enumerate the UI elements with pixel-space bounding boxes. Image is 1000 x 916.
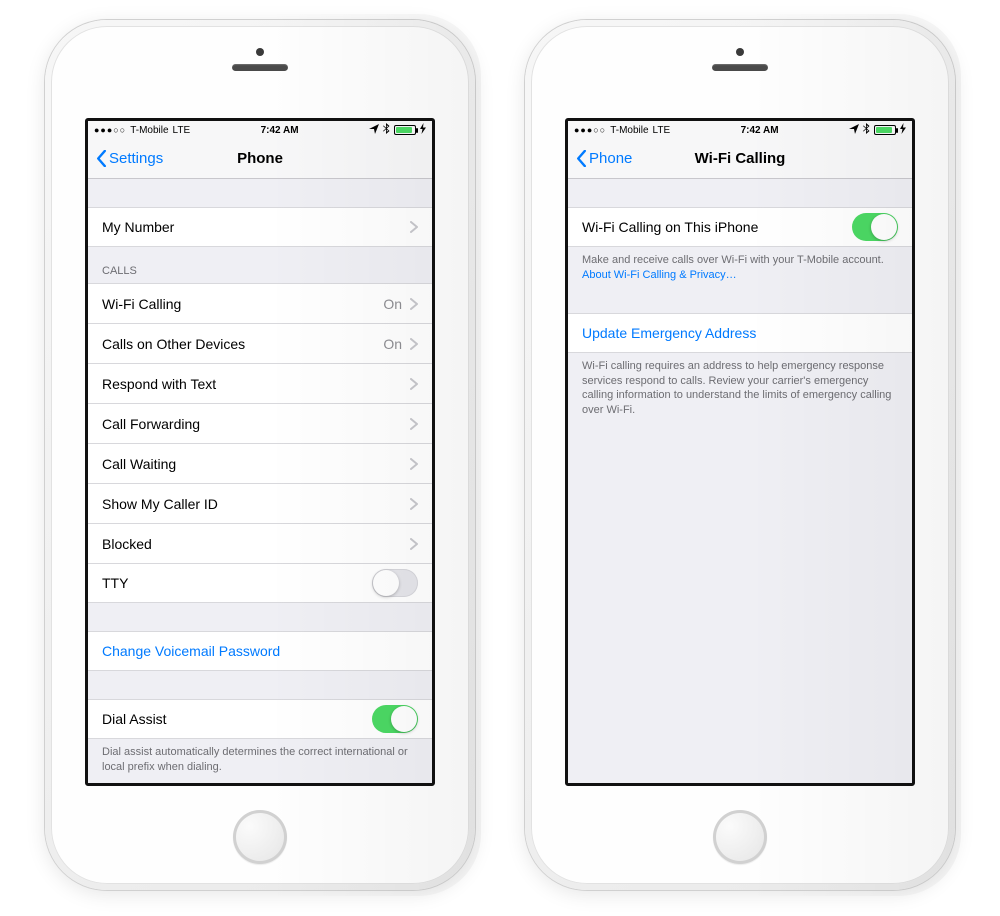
nav-bar: Settings Phone bbox=[88, 139, 432, 179]
footer-text: Make and receive calls over Wi-Fi with y… bbox=[582, 254, 884, 266]
row-label: Call Waiting bbox=[102, 456, 176, 472]
row-label: Wi-Fi Calling bbox=[102, 296, 181, 312]
row-call-waiting[interactable]: Call Waiting bbox=[88, 443, 432, 483]
row-respond-with-text[interactable]: Respond with Text bbox=[88, 363, 432, 403]
earpiece-speaker bbox=[712, 64, 768, 71]
row-label: Show My Caller ID bbox=[102, 496, 218, 512]
dial-assist-toggle[interactable] bbox=[372, 705, 418, 733]
chevron-right-icon bbox=[410, 498, 418, 510]
row-calls-other-devices[interactable]: Calls on Other Devices On bbox=[88, 323, 432, 363]
network-label: LTE bbox=[173, 125, 191, 136]
nav-bar: Phone Wi-Fi Calling bbox=[568, 139, 912, 179]
clock-label: 7:42 AM bbox=[741, 125, 779, 136]
chevron-right-icon bbox=[410, 378, 418, 390]
back-button[interactable]: Settings bbox=[96, 150, 163, 167]
location-icon bbox=[849, 124, 859, 137]
signal-strength-icon: ●●●○○ bbox=[574, 125, 606, 135]
row-wifi-calling-this-iphone: Wi-Fi Calling on This iPhone bbox=[568, 207, 912, 247]
about-wifi-calling-link[interactable]: About Wi-Fi Calling & Privacy… bbox=[582, 269, 737, 281]
signal-strength-icon: ●●●○○ bbox=[94, 125, 126, 135]
back-label: Settings bbox=[109, 150, 163, 167]
tty-toggle[interactable] bbox=[372, 569, 418, 597]
row-update-emergency-address[interactable]: Update Emergency Address bbox=[568, 313, 912, 353]
row-label: Dial Assist bbox=[102, 711, 167, 727]
clock-label: 7:42 AM bbox=[261, 125, 299, 136]
dial-assist-footer: Dial assist automatically determines the… bbox=[88, 739, 432, 786]
row-value: On bbox=[383, 296, 402, 312]
back-label: Phone bbox=[589, 150, 632, 167]
screen-phone-settings: ●●●○○ T-Mobile LTE 7:42 AM bbox=[85, 118, 435, 786]
row-value: On bbox=[383, 336, 402, 352]
wifi-calling-footer: Make and receive calls over Wi-Fi with y… bbox=[568, 247, 912, 295]
row-label: Blocked bbox=[102, 536, 152, 552]
row-show-caller-id[interactable]: Show My Caller ID bbox=[88, 483, 432, 523]
earpiece-speaker bbox=[232, 64, 288, 71]
row-label: My Number bbox=[102, 219, 174, 235]
chevron-right-icon bbox=[410, 338, 418, 350]
carrier-label: T-Mobile bbox=[610, 125, 648, 136]
chevron-left-icon bbox=[96, 150, 107, 167]
charging-icon bbox=[900, 123, 906, 137]
row-my-number[interactable]: My Number bbox=[88, 207, 432, 247]
home-button[interactable] bbox=[233, 810, 287, 864]
row-blocked[interactable]: Blocked bbox=[88, 523, 432, 563]
row-label: TTY bbox=[102, 575, 128, 591]
iphone-device-left: ●●●○○ T-Mobile LTE 7:42 AM bbox=[45, 20, 475, 890]
chevron-right-icon bbox=[410, 298, 418, 310]
network-label: LTE bbox=[653, 125, 671, 136]
iphone-device-right: ●●●○○ T-Mobile LTE 7:42 AM bbox=[525, 20, 955, 890]
location-icon bbox=[369, 124, 379, 137]
row-wifi-calling[interactable]: Wi-Fi Calling On bbox=[88, 283, 432, 323]
chevron-left-icon bbox=[576, 150, 587, 167]
row-label: Respond with Text bbox=[102, 376, 216, 392]
row-label: Update Emergency Address bbox=[582, 325, 756, 341]
bluetooth-icon bbox=[863, 123, 870, 137]
status-bar: ●●●○○ T-Mobile LTE 7:42 AM bbox=[568, 121, 912, 139]
row-dial-assist: Dial Assist bbox=[88, 699, 432, 739]
status-bar: ●●●○○ T-Mobile LTE 7:42 AM bbox=[88, 121, 432, 139]
chevron-right-icon bbox=[410, 221, 418, 233]
chevron-right-icon bbox=[410, 538, 418, 550]
row-label: Change Voicemail Password bbox=[102, 643, 280, 659]
front-camera bbox=[256, 48, 264, 56]
chevron-right-icon bbox=[410, 418, 418, 430]
carrier-label: T-Mobile bbox=[130, 125, 168, 136]
row-change-voicemail-password[interactable]: Change Voicemail Password bbox=[88, 631, 432, 671]
wifi-calling-toggle[interactable] bbox=[852, 213, 898, 241]
chevron-right-icon bbox=[410, 458, 418, 470]
screen-wifi-calling: ●●●○○ T-Mobile LTE 7:42 AM bbox=[565, 118, 915, 786]
charging-icon bbox=[420, 123, 426, 137]
home-button[interactable] bbox=[713, 810, 767, 864]
row-label: Calls on Other Devices bbox=[102, 336, 245, 352]
emergency-address-footer: Wi-Fi calling requires an address to hel… bbox=[568, 353, 912, 430]
bluetooth-icon bbox=[383, 123, 390, 137]
row-label: Wi-Fi Calling on This iPhone bbox=[582, 219, 758, 235]
battery-icon bbox=[874, 125, 896, 135]
row-call-forwarding[interactable]: Call Forwarding bbox=[88, 403, 432, 443]
row-label: Call Forwarding bbox=[102, 416, 200, 432]
row-tty: TTY bbox=[88, 563, 432, 603]
group-header-calls: CALLS bbox=[88, 247, 432, 283]
battery-icon bbox=[394, 125, 416, 135]
back-button[interactable]: Phone bbox=[576, 150, 632, 167]
front-camera bbox=[736, 48, 744, 56]
